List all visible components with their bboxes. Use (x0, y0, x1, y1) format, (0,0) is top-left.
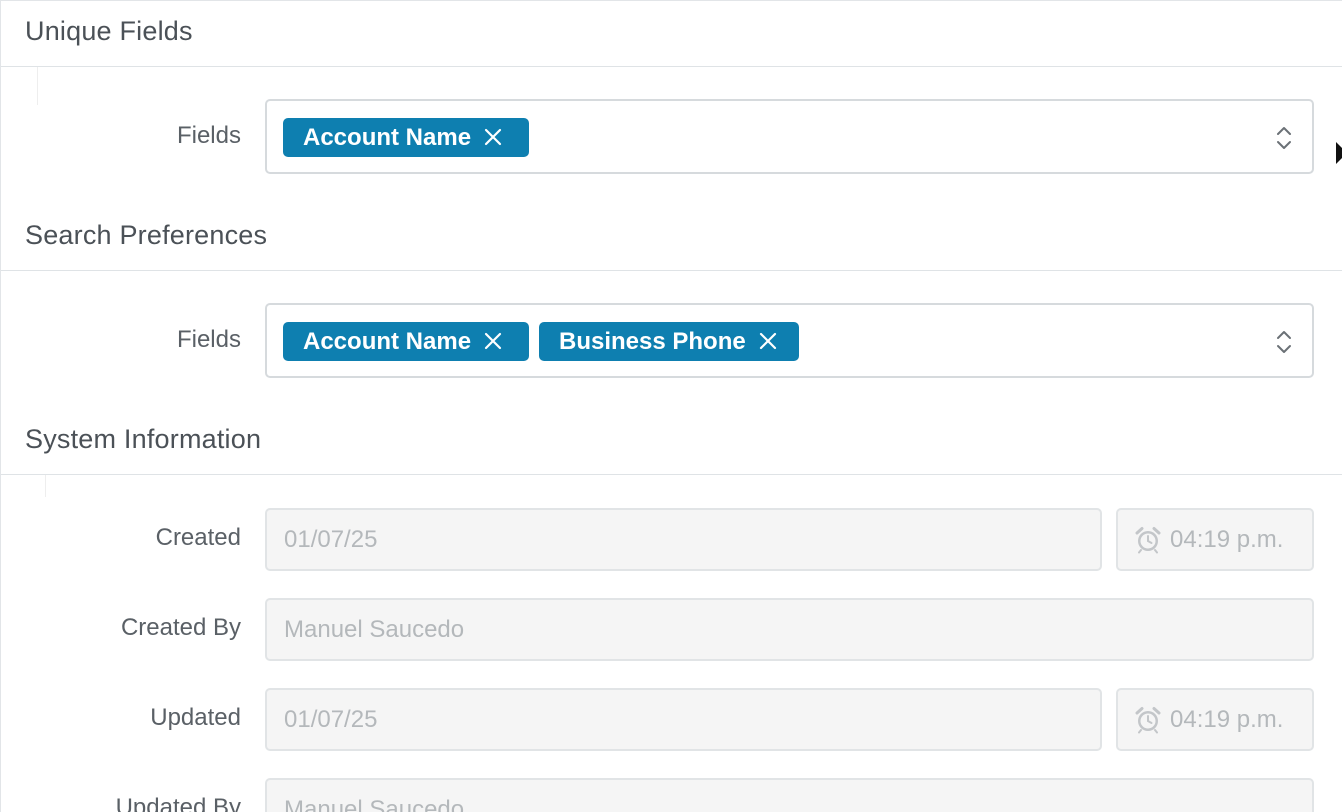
unique-fields-title: Unique Fields (25, 16, 193, 46)
created-label: Created (155, 524, 241, 551)
alarm-clock-icon (1135, 527, 1161, 554)
divider-mark (45, 475, 46, 497)
chip-label: Account Name (303, 328, 472, 355)
chip-account-name: Account Name (283, 322, 529, 361)
close-icon[interactable] (758, 331, 778, 351)
chevron-updown-icon[interactable] (1276, 125, 1292, 151)
updated-time-value: 04:19 p.m. (1170, 706, 1284, 733)
chevron-updown-icon[interactable] (1276, 329, 1292, 355)
system-information-title: System Information (25, 424, 262, 454)
updated-by-label: Updated By (115, 794, 241, 812)
chip-business-phone: Business Phone (539, 322, 799, 361)
updated-by-field: Manuel Saucedo (265, 778, 1314, 812)
close-icon[interactable] (483, 127, 503, 147)
unique-fields-header: Unique Fields (1, 1, 1342, 67)
unique-fields-label: Fields (176, 122, 241, 149)
updated-date-field: 01/07/25 (265, 688, 1102, 751)
search-preferences-header: Search Preferences (1, 205, 1342, 271)
chip-account-name: Account Name (283, 118, 529, 157)
created-by-label: Created By (120, 614, 241, 641)
created-time-field: 04:19 p.m. (1116, 508, 1314, 571)
created-by-field: Manuel Saucedo (265, 598, 1314, 661)
mouse-cursor (1336, 142, 1342, 164)
close-icon[interactable] (483, 331, 503, 351)
updated-time-field: 04:19 p.m. (1116, 688, 1314, 751)
updated-label: Updated (150, 704, 241, 731)
created-time-value: 04:19 p.m. (1170, 526, 1284, 553)
search-fields-label: Fields (176, 326, 241, 353)
search-preferences-title: Search Preferences (25, 220, 268, 250)
divider-mark (37, 67, 38, 105)
alarm-clock-icon (1135, 707, 1161, 734)
created-date-field: 01/07/25 (265, 508, 1102, 571)
unique-fields-multiselect[interactable]: Account Name (265, 99, 1314, 174)
system-information-header: System Information (1, 409, 1342, 475)
chip-label: Account Name (303, 124, 472, 151)
record-settings-page: Unique Fields Fields Account Name Search… (0, 0, 1342, 812)
search-fields-multiselect[interactable]: Account Name Business Phone (265, 303, 1314, 378)
chip-label: Business Phone (559, 328, 746, 355)
